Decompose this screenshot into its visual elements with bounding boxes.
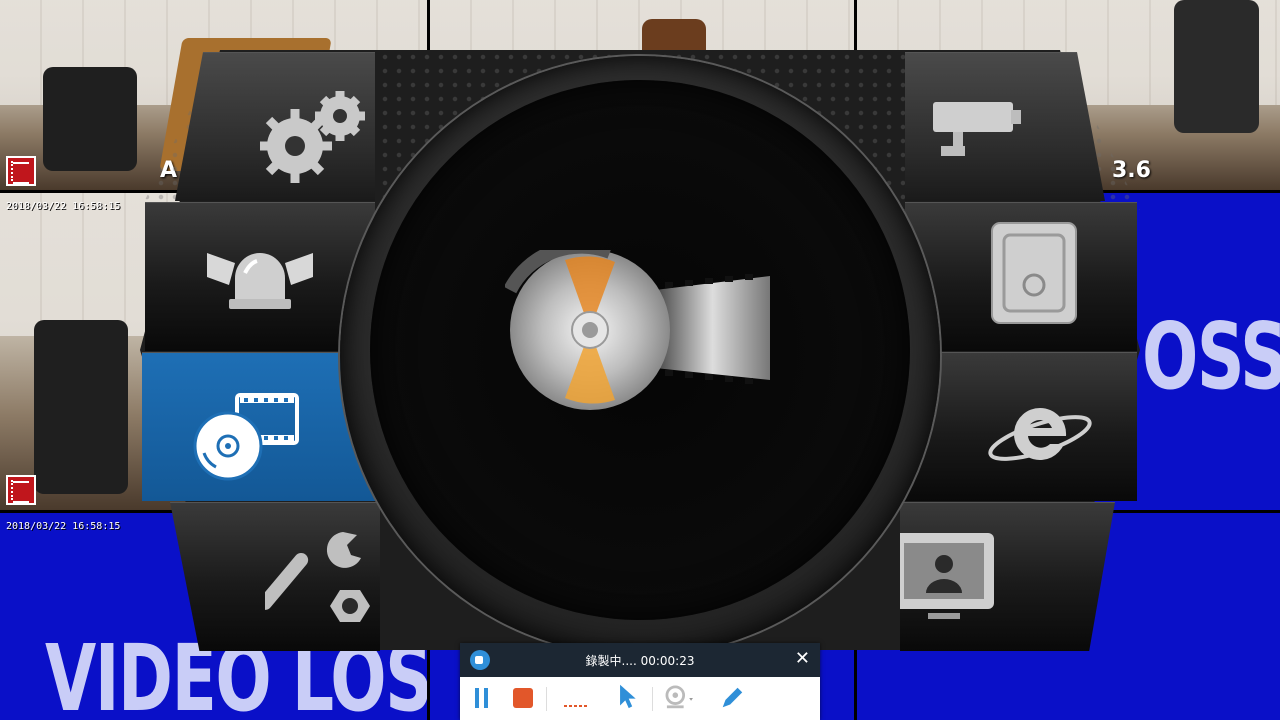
video-loss-label: OSS xyxy=(1142,303,1280,410)
menu-item-display[interactable] xyxy=(900,502,1115,651)
camera-icon xyxy=(933,102,1021,156)
disc-film-icon xyxy=(505,250,770,410)
camera-chair xyxy=(34,319,129,495)
gears-icon xyxy=(260,91,365,183)
menu-item-tools[interactable] xyxy=(170,502,380,651)
recording-indicator-icon xyxy=(6,156,36,186)
recorder-tools xyxy=(460,677,820,720)
wrench-nut-icon xyxy=(265,532,370,622)
monitor-user-icon xyxy=(900,533,994,619)
camera-chair xyxy=(42,66,137,171)
recording-status: 錄製中.... 00:00:23 xyxy=(585,654,695,668)
dots-icon[interactable] xyxy=(562,685,592,711)
recorder-title-bar: 錄製中.... 00:00:23 ✕ xyxy=(460,643,820,677)
close-button[interactable]: ✕ xyxy=(795,648,810,669)
recording-indicator-icon xyxy=(6,475,36,505)
pause-icon[interactable] xyxy=(472,685,492,711)
webcam-icon[interactable] xyxy=(662,685,696,711)
pen-icon[interactable] xyxy=(718,685,746,711)
alarm-siren-icon xyxy=(207,253,313,309)
menu-item-camera[interactable] xyxy=(905,52,1105,201)
screen-recorder-toolbar: 錄製中.... 00:00:23 ✕ xyxy=(460,643,820,720)
hard-disk-icon xyxy=(991,222,1077,324)
menu-center-disc xyxy=(370,80,910,620)
playback-disc-icon xyxy=(193,393,299,481)
camera-chair xyxy=(1174,0,1259,133)
menu-item-setup[interactable] xyxy=(175,52,375,201)
divider xyxy=(546,687,547,711)
menu-item-hdd[interactable] xyxy=(905,202,1137,351)
camera-timestamp: 2018/03/22 16:58:15 xyxy=(6,521,121,532)
internet-explorer-icon xyxy=(988,407,1092,461)
divider xyxy=(652,687,653,711)
camera-timestamp: 2018/03/22 16:58:15 xyxy=(6,201,121,212)
cursor-highlight-icon[interactable] xyxy=(613,683,641,709)
stop-icon[interactable] xyxy=(510,685,536,711)
